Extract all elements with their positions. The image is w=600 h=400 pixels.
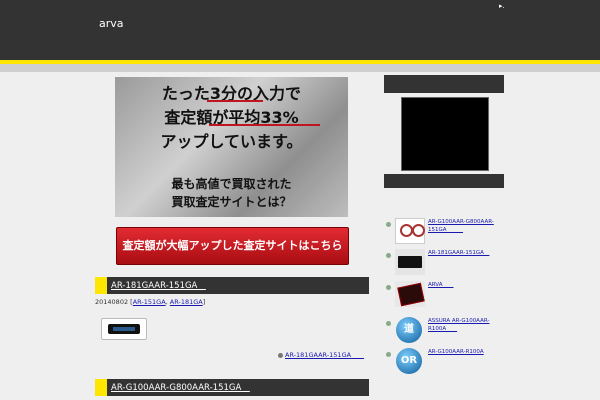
related-item[interactable]: 道 ASSURA AR-G100AAR-R100A — [384, 317, 504, 343]
bubble-icon: 道 — [395, 317, 425, 343]
tag-link[interactable]: AR-151GA — [133, 298, 166, 306]
site-header: arva ▸. — [0, 0, 600, 64]
related-link[interactable]: AR-181GAAR-151GA — [428, 249, 504, 257]
banner-line-4: 最も高値で買取された — [171, 177, 292, 191]
related-item[interactable]: ARVA — [384, 281, 504, 307]
related-link[interactable]: ARVA — [428, 281, 504, 289]
related-item[interactable]: AR-G100AAR-G800AAR-151GA — [384, 218, 504, 244]
read-more: AR-181GAAR-151GA — [278, 349, 364, 359]
red-device-icon — [395, 281, 425, 307]
post-title-bar: AR-181GAAR-151GA — [95, 277, 369, 294]
related-link[interactable]: AR-G100AAR-R100A — [428, 348, 504, 356]
post-meta: 20140802 [AR-151GA, AR-181GA] — [95, 298, 206, 306]
sidebar-widget-header — [384, 75, 504, 93]
read-more-link[interactable]: AR-181GAAR-151GA — [285, 351, 364, 359]
post-date: 20140802 — [95, 298, 129, 306]
banner-underline — [207, 100, 263, 102]
device-icon — [395, 249, 425, 275]
related-link[interactable]: ASSURA AR-G100AAR-R100A — [428, 317, 504, 333]
header-subbar — [0, 64, 600, 72]
sidebar-widget-header — [384, 174, 504, 188]
main-content: たった3分の入力で 査定額が平均33% アップしています。 最も高値で買取された… — [95, 72, 371, 400]
tag-link[interactable]: AR-181GA — [170, 298, 203, 306]
banner-underline — [209, 124, 320, 126]
related-item[interactable]: AR-181GAAR-151GA — [384, 249, 504, 275]
appraisal-cta-button[interactable]: 査定額が大幅アップした査定サイトはこちら — [116, 227, 349, 265]
rings-icon — [395, 218, 425, 244]
corner-marker: ▸. — [499, 2, 505, 10]
promo-banner[interactable]: たった3分の入力で 査定額が平均33% アップしています。 最も高値で買取された… — [115, 77, 348, 217]
post-title-link[interactable]: AR-G100AAR-G800AAR-151GA — [111, 381, 250, 393]
related-item[interactable]: OR AR-G100AAR-R100A — [384, 348, 504, 374]
bullet-icon — [386, 321, 391, 326]
bullet-icon — [278, 352, 283, 358]
related-link[interactable]: AR-G100AAR-G800AAR-151GA — [428, 218, 504, 234]
sidebar-media[interactable] — [401, 97, 489, 171]
bullet-icon — [386, 352, 391, 357]
sidebar: AR-G100AAR-G800AAR-151GA AR-181GAAR-151G… — [384, 75, 504, 400]
banner-line-3: アップしています。 — [160, 132, 303, 151]
post-thumbnail[interactable] — [101, 318, 147, 340]
site-title[interactable]: arva — [99, 17, 124, 30]
bullet-icon — [386, 253, 391, 258]
banner-line-5: 買取査定サイトとは？ — [171, 195, 292, 209]
post-title-link[interactable]: AR-181GAAR-151GA — [111, 279, 206, 291]
bullet-icon — [386, 285, 391, 290]
bullet-icon — [386, 222, 391, 227]
bubble-icon: OR — [395, 348, 425, 374]
post-title-bar: AR-G100AAR-G800AAR-151GA — [95, 379, 369, 396]
device-image — [108, 324, 140, 334]
